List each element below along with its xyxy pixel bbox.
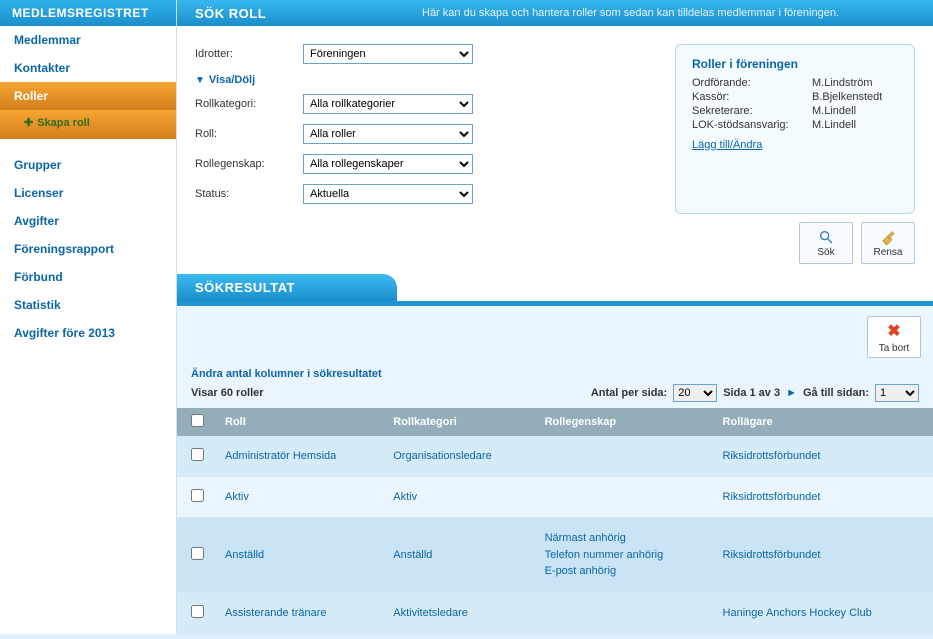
page-text: Sida 1 av 3	[723, 387, 780, 399]
role-key: Kassör:	[692, 91, 812, 103]
roll-link[interactable]: Assisterande tränare	[225, 607, 327, 619]
clear-button[interactable]: Rensa	[861, 222, 915, 264]
sidebar-item-forbund[interactable]: Förbund	[0, 263, 176, 291]
col-rollagare[interactable]: Rollägare	[715, 408, 933, 436]
chevron-down-icon: ▼	[195, 75, 205, 86]
col-roll[interactable]: Roll	[217, 408, 385, 436]
rollagare-link[interactable]: Haninge Anchors Hockey Club	[723, 607, 872, 619]
sidebar-item-avgifter-2013[interactable]: Avgifter före 2013	[0, 319, 176, 347]
delete-button[interactable]: ✖ Ta bort	[867, 316, 921, 358]
toggle-label: Visa/Dölj	[209, 74, 255, 86]
status-label: Status:	[195, 188, 303, 200]
sidebar-item-kontakter[interactable]: Kontakter	[0, 54, 176, 82]
row-checkbox[interactable]	[191, 448, 204, 461]
rollagare-link[interactable]: Riksidrottsförbundet	[723, 549, 821, 561]
sidebar-item-foreningsrapport[interactable]: Föreningsrapport	[0, 235, 176, 263]
table-row: Aktiv Aktiv Riksidrottsförbundet	[177, 477, 933, 518]
change-columns-link[interactable]: Ändra antal kolumner i sökresultatet	[191, 368, 382, 380]
rollegenskap-link[interactable]: Telefon nummer anhörig	[545, 547, 707, 564]
col-rollegenskap[interactable]: Rollegenskap	[537, 408, 715, 436]
main: SÖK ROLL Här kan du skapa och hantera ro…	[177, 0, 933, 634]
role-key: Ordförande:	[692, 77, 812, 89]
sidebar-sub-skapa-roll[interactable]: ✚ Skapa roll	[0, 110, 176, 139]
sidebar-item-licenser[interactable]: Licenser	[0, 179, 176, 207]
col-rollkategori[interactable]: Rollkategori	[385, 408, 536, 436]
sidebar-header: MEDLEMSREGISTRET	[0, 0, 176, 26]
per-page-select[interactable]: 20	[673, 384, 717, 402]
plus-icon: ✚	[24, 117, 33, 129]
delete-button-label: Ta bort	[879, 343, 910, 354]
search-button[interactable]: Sök	[799, 222, 853, 264]
page-description: Här kan du skapa och hantera roller som …	[422, 7, 933, 19]
sidebar-item-medlemmar[interactable]: Medlemmar	[0, 26, 176, 54]
goto-label: Gå till sidan:	[803, 387, 869, 399]
per-page-label: Antal per sida:	[591, 387, 667, 399]
rollkategori-label: Rollkategori:	[195, 98, 303, 110]
idrotter-label: Idrotter:	[195, 48, 303, 60]
row-checkbox[interactable]	[191, 547, 204, 560]
sidebar-item-grupper[interactable]: Grupper	[0, 151, 176, 179]
rollkategori-select[interactable]: Alla rollkategorier	[303, 94, 473, 114]
role-value: M.Lindell	[812, 105, 856, 117]
visa-dolj-toggle[interactable]: ▼ Visa/Dölj	[195, 74, 303, 86]
row-checkbox[interactable]	[191, 605, 204, 618]
roll-label: Roll:	[195, 128, 303, 140]
idrotter-select[interactable]: Föreningen	[303, 44, 473, 64]
add-edit-link[interactable]: Lägg till/Ändra	[692, 139, 762, 151]
select-all-checkbox[interactable]	[191, 414, 204, 427]
roll-select[interactable]: Alla roller	[303, 124, 473, 144]
table-row: Anställd Anställd Närmast anhörigTelefon n…	[177, 518, 933, 593]
eraser-icon	[880, 229, 896, 245]
results-header: SÖKRESULTAT	[177, 274, 397, 301]
results-count: Visar 60 roller	[191, 387, 264, 399]
results-panel: ✖ Ta bort Ändra antal kolumner i sökresu…	[177, 301, 933, 634]
rollegenskap-link[interactable]: Närmast anhörig	[545, 530, 707, 547]
table-row: Administratör Hemsida Organisationsledare…	[177, 436, 933, 477]
roll-link[interactable]: Administratör Hemsida	[225, 450, 336, 462]
rollagare-link[interactable]: Riksidrottsförbundet	[723, 491, 821, 503]
clear-button-label: Rensa	[874, 247, 903, 258]
table-row: Assisterande tränare Aktivitetsledare Hani…	[177, 592, 933, 633]
rollegenskap-label: Rollegenskap:	[195, 158, 303, 170]
sidebar-item-roller[interactable]: Roller	[0, 82, 176, 110]
role-value: M.Lindell	[812, 119, 856, 131]
rollkategori-link[interactable]: Organisationsledare	[393, 450, 491, 462]
row-checkbox[interactable]	[191, 489, 204, 502]
rollkategori-link[interactable]: Anställd	[393, 549, 432, 561]
sidebar-item-statistik[interactable]: Statistik	[0, 291, 176, 319]
roles-box: Roller i föreningen Ordförande:M.Lindstr…	[675, 44, 915, 214]
roles-box-title: Roller i föreningen	[692, 57, 898, 71]
role-value: M.Lindström	[812, 77, 873, 89]
results-table: Roll Rollkategori Rollegenskap Rollägare…	[177, 408, 933, 634]
filters: Idrotter: Föreningen ▼ Visa/Dölj Rollkat…	[195, 44, 655, 214]
search-icon	[818, 229, 834, 245]
next-page-icon[interactable]: ►	[786, 387, 797, 399]
sidebar-item-avgifter[interactable]: Avgifter	[0, 207, 176, 235]
rollkategori-link[interactable]: Aktivitetsledare	[393, 607, 468, 619]
sidebar: MEDLEMSREGISTRET Medlemmar Kontakter Rol…	[0, 0, 177, 634]
roll-link[interactable]: Aktiv	[225, 491, 249, 503]
search-button-label: Sök	[817, 247, 834, 258]
topbar: SÖK ROLL Här kan du skapa och hantera ro…	[177, 0, 933, 26]
sidebar-sub-label: Skapa roll	[37, 117, 90, 129]
rollagare-link[interactable]: Riksidrottsförbundet	[723, 450, 821, 462]
status-select[interactable]: Aktuella	[303, 184, 473, 204]
goto-page-select[interactable]: 1	[875, 384, 919, 402]
role-key: Sekreterare:	[692, 105, 812, 117]
close-icon: ✖	[887, 321, 900, 341]
role-key: LOK-stödsansvarig:	[692, 119, 812, 131]
rollegenskap-select[interactable]: Alla rollegenskaper	[303, 154, 473, 174]
rollkategori-link[interactable]: Aktiv	[393, 491, 417, 503]
page-title: SÖK ROLL	[177, 6, 422, 21]
role-value: B.Bjelkenstedt	[812, 91, 882, 103]
rollegenskap-link[interactable]: E-post anhörig	[545, 563, 707, 580]
roll-link[interactable]: Anställd	[225, 549, 264, 561]
